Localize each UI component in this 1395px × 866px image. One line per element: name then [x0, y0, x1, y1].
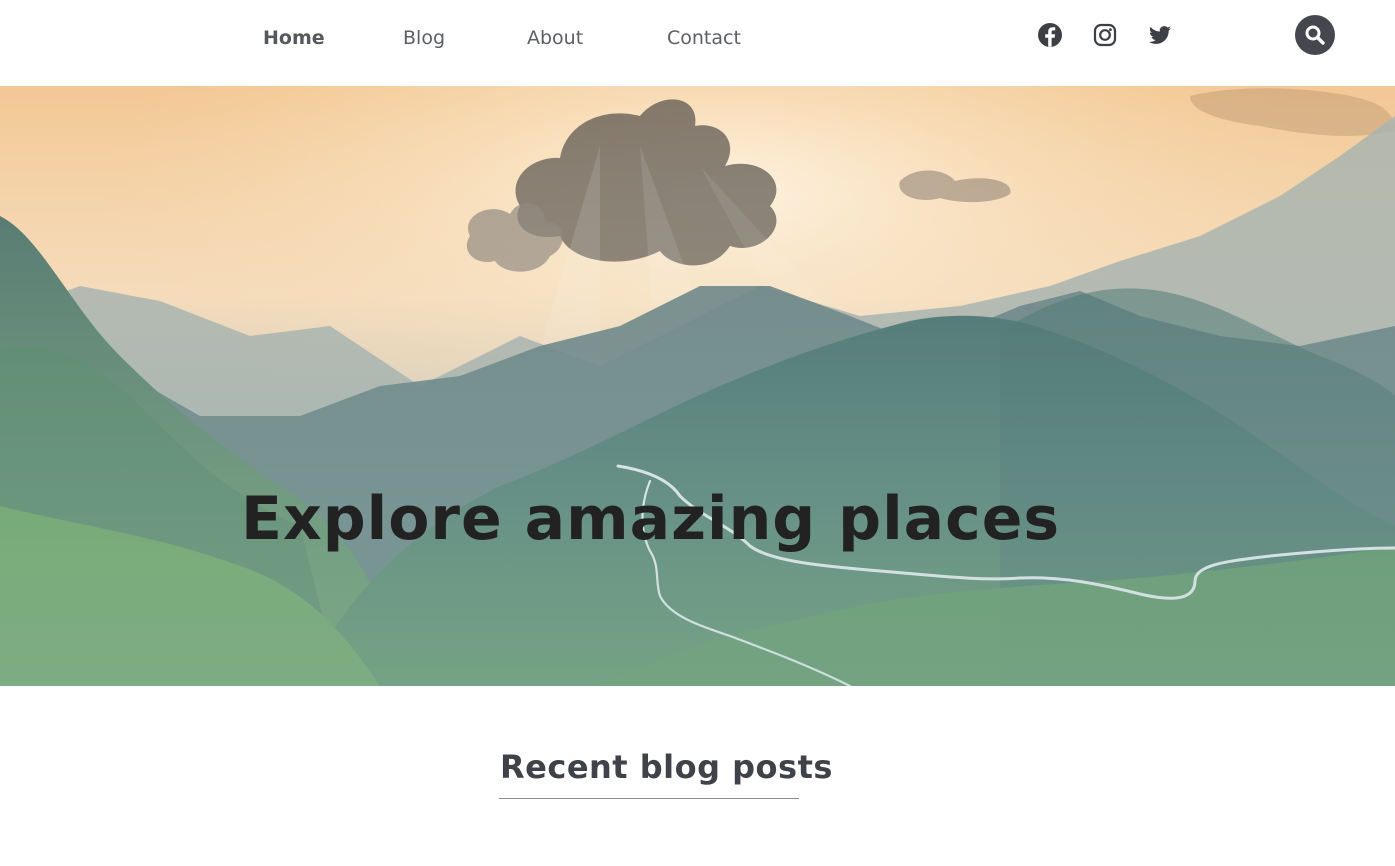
facebook-icon[interactable] — [1036, 21, 1064, 49]
hero-mountain-image — [0, 86, 1395, 686]
nav-home-link[interactable]: Home — [263, 24, 325, 52]
nav-about-link[interactable]: About — [527, 24, 583, 52]
instagram-icon[interactable] — [1091, 21, 1119, 49]
heading-underline — [499, 798, 799, 799]
twitter-icon[interactable] — [1146, 21, 1174, 49]
top-navigation-bar: Home Blog About Contact — [0, 0, 1395, 86]
nav-contact-link[interactable]: Contact — [667, 24, 741, 52]
search-icon — [1305, 25, 1325, 45]
hero-title: Explore amazing places — [241, 484, 1061, 554]
recent-posts-heading: Recent blog posts — [500, 748, 833, 786]
nav-blog-link[interactable]: Blog — [403, 24, 445, 52]
search-button[interactable] — [1295, 15, 1335, 55]
hero-banner: Explore amazing places — [0, 86, 1395, 686]
